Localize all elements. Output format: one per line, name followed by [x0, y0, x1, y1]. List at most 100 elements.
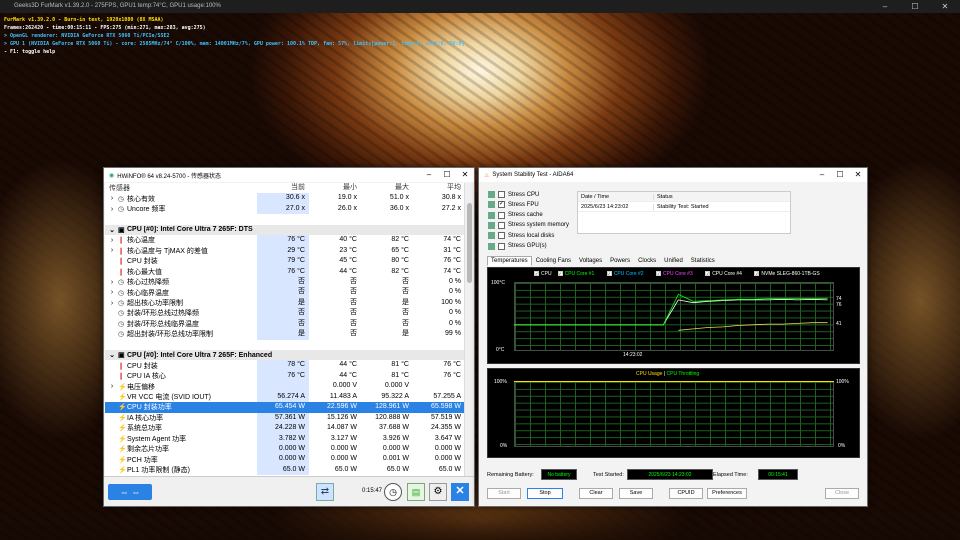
sensor-row[interactable]: › ❙ 核心温度 76 °C 40 °C 82 °C 74 °C [105, 235, 465, 246]
checkbox-icon[interactable] [498, 191, 505, 198]
nav-arrows-icon[interactable]: ⇔ ⇔ [108, 484, 152, 500]
collapse-icon[interactable]: ⌄ [109, 351, 115, 359]
sensor-row[interactable]: › ⚡ 电压偏移 0.000 V 0.000 V [105, 381, 465, 392]
sensor-row[interactable]: ⚡ IA 核心功率 57.361 W 15.126 W 120.888 W 57.519 … [105, 412, 465, 424]
preferences-button[interactable]: Preferences [707, 488, 747, 499]
settings-icon[interactable]: ⚙ [429, 483, 447, 501]
sensor-row[interactable]: › ◷ 核心临界温度 否 否 否 0 % [105, 287, 465, 298]
legend-item[interactable]: ✓ NVMe SLEG-860-1TB-GS [754, 271, 820, 277]
stress-checkbox[interactable]: ✓ Stress FPU [488, 201, 578, 209]
legend-item[interactable]: ✓ CPU Core #3 [656, 271, 693, 277]
minimize-icon[interactable]: – [870, 0, 900, 13]
column-header[interactable]: 平均 [413, 183, 465, 193]
legend-item[interactable]: ✓ CPU Core #2 [606, 271, 644, 277]
legend-checkbox-icon[interactable]: ✓ [705, 271, 711, 276]
sensor-value: 3.782 W [257, 433, 309, 444]
checkbox-icon[interactable]: ✓ [498, 201, 505, 209]
minimize-icon[interactable]: – [813, 168, 831, 182]
checkbox-icon[interactable] [498, 221, 505, 229]
sensor-row[interactable]: › ◷ 核心有效 30.6 x 19.0 x 51.0 x 30.8 x [105, 193, 465, 204]
expand-icon[interactable]: › [109, 206, 115, 213]
tab-statistics[interactable]: Statistics [687, 256, 719, 266]
stress-checkbox[interactable]: Stress local disks [488, 232, 578, 240]
legend-checkbox-icon[interactable]: ✓ [534, 271, 539, 276]
checkbox-icon[interactable] [498, 211, 505, 219]
sensor-row[interactable]: › ◷ 核心过热降频 否 否 否 0 % [105, 276, 465, 288]
sensor-scrollbar[interactable] [464, 183, 474, 476]
sensor-row[interactable]: ⚡ CPU 封装功率 65.454 W 22.596 W 128.961 W 65.598… [105, 402, 465, 413]
minimize-icon[interactable]: – [420, 168, 438, 182]
maximize-icon[interactable]: ☐ [900, 0, 930, 13]
tab-powers[interactable]: Powers [606, 256, 634, 266]
close-hw-icon[interactable]: ✕ [451, 483, 469, 501]
legend-item[interactable]: ✓ CPU Core #1 [557, 271, 594, 277]
sensor-row[interactable]: ⚡ 剩余芯片功率 0.000 W 0.000 W 0.000 W 0.000 W [105, 443, 465, 455]
tab-unified[interactable]: Unified [660, 256, 687, 266]
sensor-row[interactable]: ◷ 超出封装/环形总线功率限制 是 否 是 99 % [105, 329, 465, 340]
legend-item[interactable]: ✓ CPU Core #4 [705, 271, 742, 277]
expand-icon[interactable]: › [109, 195, 115, 202]
sensor-row[interactable]: ⚡ System Agent 功率 3.782 W 3.127 W 3.926 W 3.6… [105, 433, 465, 444]
column-header[interactable]: 当前 [257, 183, 309, 193]
sensor-row[interactable]: › ◷ 超出核心功率限制 是 否 是 100 % [105, 297, 465, 309]
sensor-row[interactable]: ❙ CPU IA 核心 76 °C 44 °C 81 °C 76 °C [105, 370, 465, 382]
close-icon[interactable]: ✕ [930, 0, 960, 13]
expand-icon[interactable]: › [109, 300, 115, 307]
sensor-value: 30.6 x [257, 193, 309, 204]
hwinfo-title: HWiNFO® 64 v8.24-5700 - 传感器状态 [117, 173, 222, 180]
report-icon[interactable]: ▤ [407, 483, 425, 501]
close-icon[interactable]: ✕ [849, 168, 867, 182]
checkbox-icon[interactable] [498, 242, 505, 250]
expand-icon[interactable]: › [109, 247, 115, 254]
device-icon [488, 221, 495, 229]
legend-item[interactable]: ✓ CPU [534, 271, 552, 277]
section-header[interactable]: ⌄ ▣ CPU [#0]: Intel Core Ultra 7 265F: DTS [105, 224, 465, 236]
sensor-row[interactable]: ⚡ 系统总功率 24.228 W 14.087 W 37.688 W 24.355 W [105, 423, 465, 434]
sensor-row[interactable]: ⚡ PL1 功率限制 (静态) 65.0 W 65.0 W 65.0 W 65.0 W [105, 464, 465, 476]
stop-button[interactable]: Stop [527, 488, 563, 499]
legend-checkbox-icon[interactable]: ✓ [557, 271, 563, 276]
expand-icon[interactable]: › [109, 383, 115, 390]
maximize-icon[interactable]: ☐ [831, 168, 849, 182]
cpuid-button[interactable]: CPUID [669, 488, 703, 499]
stress-checkbox[interactable]: Stress GPU(s) [488, 242, 578, 250]
close-button[interactable]: Close [825, 488, 859, 499]
legend-checkbox-icon[interactable]: ✓ [656, 271, 661, 276]
clock-icon[interactable]: ◷ [384, 483, 402, 501]
clear-button[interactable]: Clear [579, 488, 613, 499]
sensor-value: 128.961 W [375, 403, 409, 411]
expand-icon[interactable]: › [109, 279, 115, 286]
legend-checkbox-icon[interactable]: ✓ [606, 271, 612, 276]
tab-clocks[interactable]: Clocks [634, 256, 660, 266]
close-icon[interactable]: ✕ [456, 168, 474, 182]
sensor-row[interactable]: ❙ CPU 封装 79 °C 45 °C 80 °C 76 °C [105, 256, 465, 267]
sensor-row[interactable]: › ◷ Uncore 频率 27.0 x 26.0 x 36.0 x 27.2 x [105, 203, 465, 215]
stress-checkbox[interactable]: Stress CPU [488, 191, 578, 198]
tab-cooling-fans[interactable]: Cooling Fans [532, 256, 575, 266]
legend-checkbox-icon[interactable]: ✓ [754, 271, 760, 276]
checkbox-icon[interactable] [498, 232, 505, 240]
column-header[interactable]: 最小 [309, 183, 361, 193]
save-button[interactable]: Save [619, 488, 653, 499]
sensor-row[interactable]: ⚡ PCH 功率 0.000 W 0.000 W 0.001 W 0.000 W [105, 454, 465, 465]
sensor-row[interactable]: ❙ CPU 封装 78 °C 44 °C 81 °C 76 °C [105, 360, 465, 371]
collapse-icon[interactable]: ⌄ [109, 226, 115, 234]
stress-checkbox[interactable]: Stress cache [488, 211, 578, 219]
sensor-row[interactable]: ⚡ VR VCC 电流 (SVID IOUT) 56.274 A 11.483 A 95… [105, 391, 465, 403]
sensor-row[interactable]: ◷ 封装/环形总线过热降频 否 否 否 0 % [105, 308, 465, 319]
tab-voltages[interactable]: Voltages [575, 256, 606, 266]
start-button[interactable]: Start [487, 488, 521, 499]
y-max-label: 100°C [491, 280, 505, 286]
tab-temperatures[interactable]: Temperatures [487, 256, 532, 266]
section-header[interactable]: ⌄ ▣ CPU [#0]: Intel Core Ultra 7 265F: Enh… [105, 350, 465, 361]
expand-icon[interactable]: › [109, 289, 115, 296]
network-icon[interactable]: ⇄ [316, 483, 334, 501]
sensor-row[interactable]: ❙ 核心最大值 76 °C 44 °C 82 °C 74 °C [105, 266, 465, 277]
sensor-row[interactable]: › ❙ 核心温度与 TjMAX 的差值 29 °C 23 °C 65 °C 31 °C [105, 245, 465, 257]
expand-icon[interactable]: › [109, 237, 115, 244]
stress-checkbox[interactable]: Stress system memory [488, 221, 578, 229]
sensor-row[interactable]: ◷ 封装/环形总线临界温度 否 否 否 0 % [105, 318, 465, 330]
column-header[interactable]: 最大 [361, 183, 413, 193]
maximize-icon[interactable]: ☐ [438, 168, 456, 182]
column-header[interactable]: 传感器 [105, 183, 257, 193]
